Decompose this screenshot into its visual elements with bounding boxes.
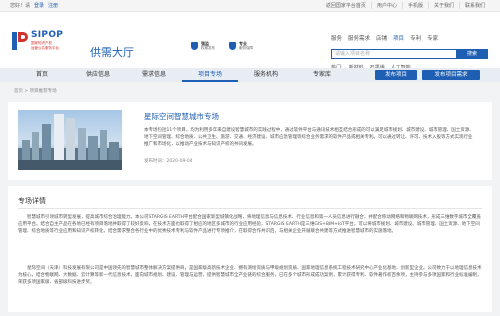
register-link[interactable]: 注册 [48, 2, 58, 9]
project-image [18, 110, 122, 170]
brand-sub-1: 国家知识产权 [31, 41, 52, 45]
tab-service[interactable]: 服务 [331, 34, 342, 42]
brand-sub-2: 运营公共服务平台 [31, 46, 59, 50]
nav-demand[interactable]: 需求信息 [126, 68, 182, 82]
cert-sub: 权威发布 [201, 46, 215, 50]
divider [18, 208, 482, 209]
cert-badge-professional: 专业 服务保障 [229, 42, 253, 50]
shield-icon [229, 42, 236, 50]
detail-card: 专场详情 智慧城市引领城市转型发展，提高城市综合治理能力。本公司STARGIS … [8, 186, 492, 312]
search-button[interactable]: 搜索 [456, 49, 488, 59]
publish-demand-button[interactable]: 发布项目需求 [422, 70, 480, 80]
publish-project-button[interactable]: 发布项目 [375, 70, 417, 80]
detail-paragraph-1: 智慧城市引领城市转型发展，提高城市综合治理能力。本公司STARGIS EARTH… [18, 215, 481, 234]
nav-project-special[interactable]: 项目专场 [182, 68, 238, 82]
breadcrumb: 首页 > 项目推荐专场 [14, 89, 57, 94]
nav-service-agency[interactable]: 服务机构 [238, 68, 294, 82]
search-category-tabs: 服务 服务需求 店铺 项目 专利 专家 [331, 34, 438, 42]
search-input[interactable]: 请输入项目名称 [331, 49, 457, 59]
top-bar: 您好！请 登录 注册 返回国家平台首页 用户中心 手机版 关于我们 联系我们 [0, 0, 500, 12]
nav-expert-library[interactable]: 专家库 [294, 68, 350, 82]
top-link-about[interactable]: 关于我们 [427, 2, 459, 9]
top-link-mobile[interactable]: 手机版 [401, 2, 428, 9]
top-links: 返回国家平台首页 用户中心 手机版 关于我们 联系我们 [321, 2, 490, 9]
top-link-home[interactable]: 返回国家平台首页 [321, 2, 371, 9]
project-description: 本专场包括11个项目，均为利用多年来自建设智慧城市的实践过程中，通过软件平台与通… [144, 128, 474, 147]
shield-icon [191, 42, 198, 50]
project-card: 星际空间智慧城市专场 本专场包括11个项目，均为利用多年来自建设智慧城市的实践过… [8, 102, 492, 180]
brand-name: SIPOP [31, 30, 64, 40]
hall-title: 供需大厅 [90, 46, 134, 59]
tab-shop[interactable]: 店铺 [376, 34, 387, 42]
tab-project[interactable]: 项目 [393, 34, 404, 42]
project-title[interactable]: 星际空间智慧城市专场 [144, 111, 219, 122]
sipop-logo[interactable]: SIPOP 国家知识产权 运营公共服务平台 [12, 31, 63, 50]
main-nav: 首页 供应信息 需求信息 项目专场 服务机构 专家库 发布项目 发布项目需求 [0, 68, 500, 82]
publish-date: 发布时间：2020-09-04 [144, 159, 193, 164]
cert-sub: 服务保障 [239, 46, 253, 50]
detail-paragraph-2: 星际空间（天津）科技发展有限公司是中国领先的智慧城市整体解决方案提供商，是国家级… [18, 266, 482, 285]
logo-mark-icon [12, 31, 28, 50]
login-area: 您好！请 登录 注册 [10, 2, 58, 9]
greeting: 您好！请 [10, 3, 31, 9]
tab-patent[interactable]: 专利 [410, 34, 421, 42]
header: SIPOP 国家知识产权 运营公共服务平台 供需大厅 强监 权威发布 专业 服务保障… [0, 12, 500, 71]
nav-home[interactable]: 首页 [14, 68, 70, 82]
nav-supply[interactable]: 供应信息 [70, 68, 126, 82]
section-title: 专场详情 [18, 197, 46, 205]
top-link-user-center[interactable]: 用户中心 [370, 2, 402, 9]
city-skyline-image [18, 114, 122, 170]
top-link-contact[interactable]: 联系我们 [458, 2, 490, 9]
tab-service-demand[interactable]: 服务需求 [348, 34, 370, 42]
login-link[interactable]: 登录 [34, 2, 44, 9]
tab-expert[interactable]: 专家 [427, 34, 438, 42]
cert-badge-authority: 强监 权威发布 [191, 42, 215, 50]
